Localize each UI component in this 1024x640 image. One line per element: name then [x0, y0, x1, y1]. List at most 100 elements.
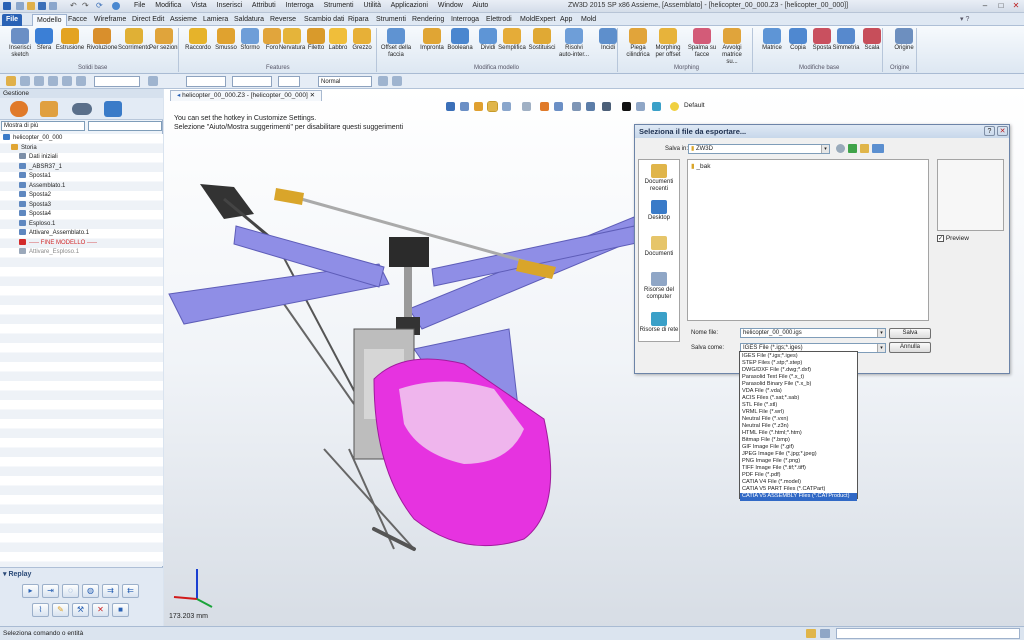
up-folder-icon[interactable]	[848, 144, 857, 153]
tab-file[interactable]: File	[2, 14, 23, 26]
undo-icon[interactable]: ↶	[70, 2, 78, 10]
ribbon-button[interactable]: Grezzo	[346, 28, 378, 52]
maximize-button[interactable]: □	[994, 1, 1008, 11]
place-computer[interactable]: Risorse del computer	[639, 272, 679, 301]
replay-edit-button[interactable]: ✎	[52, 603, 69, 617]
select-all-icon[interactable]	[20, 76, 30, 86]
help-icon[interactable]	[112, 2, 120, 10]
tree-item[interactable]: Attivare_Assemblato.1	[0, 229, 89, 239]
new-folder-icon[interactable]	[860, 144, 869, 153]
menu-item[interactable]: Attributi	[252, 2, 276, 9]
close-button[interactable]: ✕	[1009, 1, 1023, 11]
filename-input[interactable]: helicopter_00_000.igs ▾	[740, 328, 886, 338]
replay-back-button[interactable]: ⇇	[122, 584, 139, 598]
show-more-dropdown[interactable]: Mostra di più	[1, 121, 85, 131]
save-button[interactable]: Salva	[889, 328, 931, 339]
replay-tool-button[interactable]: ⚒	[72, 603, 89, 617]
view-tab-icon[interactable]	[72, 103, 92, 115]
save-icon[interactable]	[38, 2, 46, 10]
ribbon-button[interactable]: Piega cilindrica	[622, 28, 654, 59]
menu-item[interactable]: Interroga	[286, 2, 314, 9]
preview-checkbox[interactable]: ✓ Preview	[937, 235, 969, 242]
replay-step-button[interactable]: ⇥	[42, 584, 59, 598]
command-input[interactable]	[836, 628, 1020, 639]
open-file-icon[interactable]	[27, 2, 35, 10]
menu-item[interactable]: Inserisci	[217, 2, 243, 9]
tree-item[interactable]: Sposta4	[0, 210, 51, 220]
point-icon[interactable]	[62, 76, 72, 86]
tree-item[interactable]: _ABSR37_1	[0, 162, 62, 173]
style-icon[interactable]	[392, 76, 402, 86]
ribbon-button[interactable]: Per sezioni	[148, 28, 180, 52]
ribbon-button[interactable]: Scorrimento	[118, 28, 150, 52]
assembly-tab-icon[interactable]	[40, 101, 58, 117]
ribbon-button[interactable]: Semplifica	[496, 28, 528, 52]
tab-app[interactable]: App	[556, 14, 576, 26]
tab-ripara[interactable]: Ripara	[344, 14, 373, 26]
replay-repeat-button[interactable]: ◍	[82, 584, 99, 598]
linetype-combo[interactable]	[232, 76, 272, 87]
tree-item[interactable]: helicopter_00_000	[0, 134, 62, 144]
tree-item[interactable]: Assemblato.1	[0, 181, 65, 192]
place-network[interactable]: Risorse di rete	[639, 312, 679, 334]
tree-item[interactable]: Sposta3	[0, 200, 51, 211]
minimize-button[interactable]: –	[978, 1, 992, 11]
tree-search-input[interactable]	[88, 121, 162, 131]
file-list[interactable]: ▮ _bak	[687, 159, 929, 321]
tree-item[interactable]: Sposta2	[0, 191, 51, 201]
tab-strumenti[interactable]: Strumenti	[372, 14, 410, 26]
file-item[interactable]: ▮ _bak	[691, 162, 711, 170]
color-combo[interactable]	[186, 76, 226, 87]
ribbon-button[interactable]: Scala	[856, 28, 888, 52]
tab-reverse[interactable]: Reverse	[266, 14, 300, 26]
grid-mode-icon[interactable]	[820, 629, 830, 638]
print-icon[interactable]	[49, 2, 57, 10]
ribbon-help-icon[interactable]: ▾ ?	[960, 15, 969, 23]
properties-tab-icon[interactable]	[104, 101, 122, 117]
line-icon[interactable]	[34, 76, 44, 86]
menu-item[interactable]: Modifica	[155, 2, 181, 9]
replay-delete-button[interactable]: ✕	[92, 603, 109, 617]
linewidth-combo[interactable]	[278, 76, 300, 87]
menu-item[interactable]: Applicazioni	[391, 2, 428, 9]
menu-item[interactable]: Aiuto	[472, 2, 488, 9]
file-type-option[interactable]: CATIA V5 ASSEMBLY Files (*.CATProduct)	[740, 493, 857, 501]
ribbon-button[interactable]: Rivoluzione	[86, 28, 118, 52]
tab-direct-edit[interactable]: Direct Edit	[128, 14, 168, 26]
tree-item[interactable]: Attivare_Esploso.1	[0, 248, 79, 258]
redo-icon[interactable]: ↷	[82, 2, 90, 10]
ribbon-button[interactable]: Avvolgi matrice su...	[716, 28, 748, 66]
tab-facce[interactable]: Facce	[64, 14, 91, 26]
ribbon-button[interactable]: Spalma su facce	[686, 28, 718, 59]
filter-combo[interactable]	[94, 76, 140, 87]
tree-item[interactable]: ----- FINE MODELLO -----	[0, 238, 97, 249]
replay-link-button[interactable]: ⌇	[32, 603, 49, 617]
tab-scambio-dati[interactable]: Scambio dati	[300, 14, 348, 26]
tab-modello[interactable]: Modello	[32, 14, 67, 26]
tab-saldatura[interactable]: Saldatura	[230, 14, 268, 26]
ribbon-button[interactable]: Morphing per offset	[652, 28, 684, 59]
tab-lamiera[interactable]: Lamiera	[199, 14, 232, 26]
menu-item[interactable]: Utilità	[364, 2, 382, 9]
layer-icon[interactable]	[148, 76, 158, 86]
cancel-button[interactable]: Annulla	[889, 342, 931, 353]
replay-forward-button[interactable]: ⇉	[102, 584, 119, 598]
menu-item[interactable]: File	[134, 2, 145, 9]
dialog-help-button[interactable]: ?	[984, 126, 995, 136]
tree-item[interactable]: Dati iniziali	[0, 153, 58, 163]
tree-item[interactable]: Sposta1	[0, 172, 51, 182]
snap-mode-icon[interactable]	[806, 629, 816, 638]
pick-filter-icon[interactable]	[6, 76, 16, 86]
tab-elettrodi[interactable]: Elettrodi	[482, 14, 516, 26]
replay-play-button[interactable]: ▸	[22, 584, 39, 598]
regen-icon[interactable]: ⟳	[96, 2, 104, 10]
ribbon-button[interactable]: Risolvi auto-inter...	[558, 28, 590, 59]
menu-item[interactable]: Vista	[191, 2, 206, 9]
tab-wireframe[interactable]: Wireframe	[90, 14, 130, 26]
mode-combo[interactable]: Normal	[318, 76, 372, 87]
tab-mold[interactable]: Mold	[577, 14, 600, 26]
curve-icon[interactable]	[48, 76, 58, 86]
replay-save-button[interactable]: ■	[112, 603, 129, 617]
new-file-icon[interactable]	[16, 2, 24, 10]
place-recent[interactable]: Documenti recenti	[639, 164, 679, 193]
